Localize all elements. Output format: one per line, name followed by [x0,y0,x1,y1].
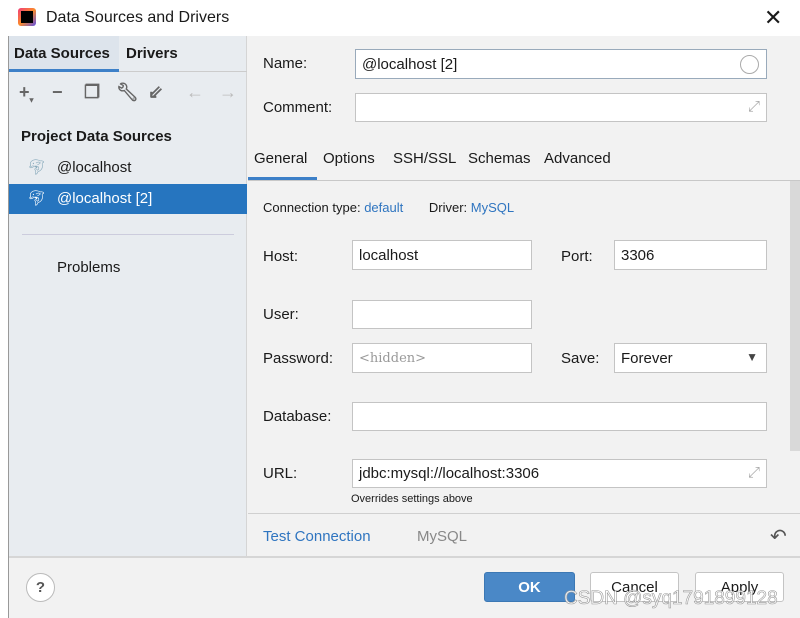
color-circle-icon[interactable] [740,55,759,74]
database-label: Database: [263,408,332,425]
tab-options[interactable]: Options [323,150,375,167]
tab-general[interactable]: General [254,150,307,167]
name-input[interactable]: @localhost [2] [355,49,767,79]
divider [22,234,234,235]
expand-icon[interactable]: ⤢ [748,98,760,115]
driver-label: MySQL [417,528,468,545]
ok-button[interactable]: OK [484,572,575,602]
dropdown-arrow-icon: ▼ [746,350,758,364]
watermark: CSDN @syq1791899128 [564,588,778,610]
add-icon[interactable]: +▾ [19,82,34,105]
tab-advanced[interactable]: Advanced [544,150,611,167]
import-icon[interactable]: ⇙ [148,82,163,103]
duplicate-icon[interactable]: ❐ [84,82,100,103]
url-input[interactable]: jdbc:mysql://localhost:3306 ⤢ [352,459,767,488]
host-label: Host: [263,248,299,265]
forward-icon[interactable]: → [219,82,237,103]
problems-item[interactable]: Problems [57,259,120,276]
save-select[interactable]: Forever ▼ [614,343,767,373]
app-logo-icon [18,8,36,26]
url-hint: Overrides settings above [351,493,473,505]
port-input[interactable]: 3306 [614,240,767,270]
remove-icon[interactable]: − [52,82,63,103]
connection-info: Connection type: default Driver: MySQL [263,200,515,215]
tab-data-sources[interactable]: Data Sources [9,36,119,72]
user-input[interactable] [352,300,532,329]
test-connection-link[interactable]: Test Connection [263,528,371,545]
undo-icon[interactable]: ↶ [770,524,787,549]
title-bar: Data Sources and Drivers ✕ [8,0,800,36]
user-label: User: [263,306,299,323]
comment-input[interactable]: ⤢ [355,93,767,122]
left-panel: Data Sources Drivers [9,36,247,556]
database-input[interactable] [352,402,767,431]
connection-type-link[interactable]: default [364,200,403,215]
back-icon[interactable]: ← [186,82,204,103]
driver-link[interactable]: MySQL [471,200,514,215]
host-input[interactable]: localhost [352,240,532,270]
list-item[interactable]: 🐬︎ @localhost [9,153,247,183]
tab-schemas[interactable]: Schemas [468,150,531,167]
help-button[interactable]: ? [26,573,55,602]
tab-ssh-ssl[interactable]: SSH/SSL [393,150,456,167]
name-label: Name: [263,55,308,72]
window-title: Data Sources and Drivers [46,9,230,26]
close-icon[interactable]: ✕ [764,5,782,31]
expand-icon[interactable]: ⤢ [748,464,760,481]
section-title: Project Data Sources [21,128,172,145]
url-label: URL: [263,465,298,482]
save-label: Save: [561,350,600,367]
password-label: Password: [263,350,334,367]
wrench-icon[interactable]: 🔧︎ [116,82,139,103]
divider [248,513,800,514]
tab-border [248,180,800,181]
mysql-icon: 🐬︎ [27,159,47,176]
comment-label: Comment: [263,99,333,116]
divider [9,556,800,558]
password-input[interactable]: <hidden> [352,343,532,373]
tab-drivers[interactable]: Drivers [119,36,247,72]
port-label: Port: [561,248,593,265]
scrollbar[interactable] [790,181,800,451]
mysql-icon: 🐬︎ [27,190,47,207]
list-item-selected[interactable]: 🐬︎ @localhost [2] [9,184,247,214]
